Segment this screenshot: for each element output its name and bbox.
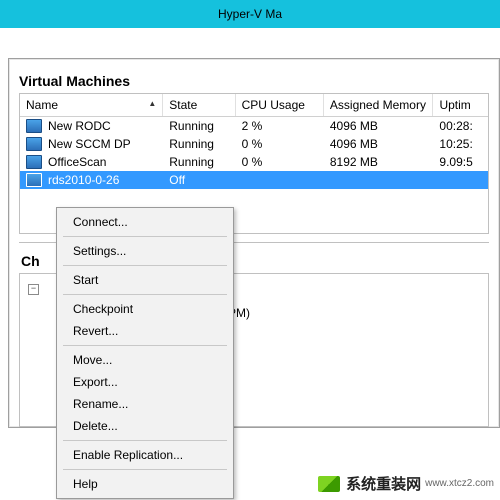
cell-cpu: 0 % — [236, 154, 324, 170]
watermark: 系统重装网 www.xtcz2.com — [318, 473, 494, 494]
vm-icon — [26, 173, 42, 187]
cell-state: Off — [163, 172, 235, 188]
cell-cpu: 0 % — [236, 136, 324, 152]
menu-item-help[interactable]: Help — [59, 473, 231, 495]
cell-memory: 4096 MB — [324, 118, 434, 134]
tree-collapse-icon[interactable]: − — [28, 284, 39, 295]
menu-item-move[interactable]: Move... — [59, 349, 231, 371]
cell-uptime: 00:28: — [433, 118, 488, 134]
cell-memory: 4096 MB — [324, 136, 434, 152]
col-header-uptime[interactable]: Uptim — [433, 94, 488, 116]
table-header-row: Name ▲ State CPU Usage Assigned Memory Up… — [20, 94, 488, 117]
menu-separator — [63, 440, 227, 441]
vm-name-label: OfficeScan — [48, 155, 106, 169]
menu-item-settings[interactable]: Settings... — [59, 240, 231, 262]
col-header-memory[interactable]: Assigned Memory — [324, 94, 434, 116]
vm-icon — [26, 155, 42, 169]
menu-item-enable-replication[interactable]: Enable Replication... — [59, 444, 231, 466]
cell-memory: 8192 MB — [324, 154, 434, 170]
vm-icon — [26, 137, 42, 151]
table-row[interactable]: OfficeScan Running 0 % 8192 MB 9.09:5 — [20, 153, 488, 171]
menu-separator — [63, 265, 227, 266]
cell-uptime — [433, 179, 488, 181]
col-header-name-label: Name — [26, 98, 58, 112]
table-row[interactable]: New SCCM DP Running 0 % 4096 MB 10:25: — [20, 135, 488, 153]
menu-item-revert[interactable]: Revert... — [59, 320, 231, 342]
cell-name: OfficeScan — [20, 154, 163, 170]
menu-item-delete[interactable]: Delete... — [59, 415, 231, 437]
col-header-cpu[interactable]: CPU Usage — [236, 94, 324, 116]
cell-name: rds2010-0-26 — [20, 172, 163, 188]
virtual-machines-heading: Virtual Machines — [19, 73, 489, 89]
cell-name: New SCCM DP — [20, 136, 163, 152]
watermark-main: 系统重装网 — [346, 473, 421, 494]
cell-uptime: 9.09:5 — [433, 154, 488, 170]
menu-separator — [63, 294, 227, 295]
menu-item-rename[interactable]: Rename... — [59, 393, 231, 415]
watermark-sub: www.xtcz2.com — [425, 478, 494, 489]
table-row-selected[interactable]: rds2010-0-26 Off — [20, 171, 488, 189]
cell-uptime: 10:25: — [433, 136, 488, 152]
menu-separator — [63, 236, 227, 237]
menu-item-checkpoint[interactable]: Checkpoint — [59, 298, 231, 320]
menu-separator — [63, 345, 227, 346]
table-row[interactable]: New RODC Running 2 % 4096 MB 00:28: — [20, 117, 488, 135]
menu-item-start[interactable]: Start — [59, 269, 231, 291]
menu-separator — [63, 469, 227, 470]
cell-cpu — [236, 179, 324, 181]
menu-item-connect[interactable]: Connect... — [59, 211, 231, 233]
vm-icon — [26, 119, 42, 133]
vm-name-label: rds2010-0-26 — [48, 173, 119, 187]
cell-state: Running — [163, 154, 235, 170]
col-header-name[interactable]: Name ▲ — [20, 94, 163, 116]
vm-name-label: New SCCM DP — [48, 137, 131, 151]
cell-state: Running — [163, 118, 235, 134]
col-header-state[interactable]: State — [163, 94, 235, 116]
cell-memory — [324, 179, 434, 181]
menu-item-export[interactable]: Export... — [59, 371, 231, 393]
watermark-logo-icon — [318, 476, 340, 492]
cell-state: Running — [163, 136, 235, 152]
sort-asc-icon: ▲ — [148, 99, 156, 108]
cell-cpu: 2 % — [236, 118, 324, 134]
window-titlebar: Hyper-V Ma — [0, 0, 500, 28]
cell-name: New RODC — [20, 118, 163, 134]
vm-name-label: New RODC — [48, 119, 111, 133]
window-title: Hyper-V Ma — [218, 7, 282, 21]
context-menu: Connect... Settings... Start Checkpoint … — [56, 207, 234, 499]
